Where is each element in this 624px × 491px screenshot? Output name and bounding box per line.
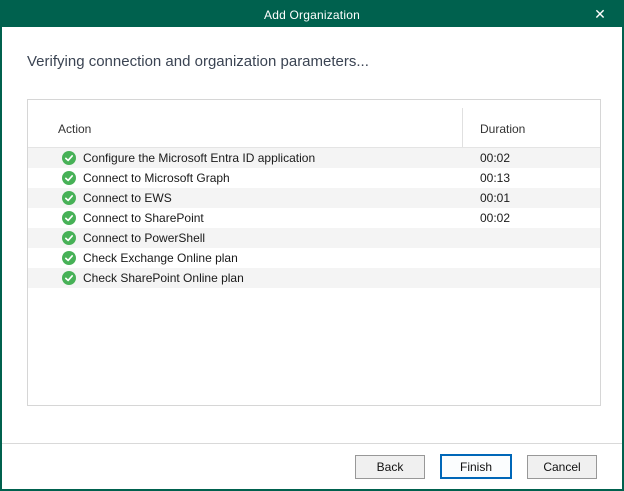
add-organization-dialog: Add Organization ✕ Verifying connection …: [0, 0, 624, 491]
column-divider: [462, 108, 463, 147]
check-circle-icon: [62, 171, 76, 185]
table-row[interactable]: Check SharePoint Online plan: [28, 268, 600, 288]
table-row[interactable]: Configure the Microsoft Entra ID applica…: [28, 148, 600, 168]
check-circle-icon: [62, 211, 76, 225]
title-bar: Add Organization ✕: [2, 2, 622, 27]
check-circle-icon: [62, 231, 76, 245]
table-row[interactable]: Connect to SharePoint 00:02: [28, 208, 600, 228]
duration-value: 00:02: [480, 151, 510, 165]
table-row[interactable]: Check Exchange Online plan: [28, 248, 600, 268]
window-title: Add Organization: [264, 8, 360, 22]
verification-list: Action Duration Configure the Microsoft …: [27, 99, 601, 406]
column-header-action[interactable]: Action: [58, 122, 91, 136]
action-label: Connect to PowerShell: [83, 231, 205, 245]
duration-value: 00:13: [480, 171, 510, 185]
list-header: Action Duration: [28, 100, 600, 148]
finish-button[interactable]: Finish: [440, 454, 512, 479]
action-label: Connect to EWS: [83, 191, 172, 205]
cancel-button[interactable]: Cancel: [527, 455, 597, 479]
back-button[interactable]: Back: [355, 455, 425, 479]
check-circle-icon: [62, 271, 76, 285]
duration-value: 00:02: [480, 211, 510, 225]
list-rows: Configure the Microsoft Entra ID applica…: [28, 148, 600, 288]
table-row[interactable]: Connect to EWS 00:01: [28, 188, 600, 208]
table-row[interactable]: Connect to PowerShell: [28, 228, 600, 248]
footer-button-bar: Back Finish Cancel: [2, 444, 622, 489]
check-circle-icon: [62, 151, 76, 165]
action-label: Check Exchange Online plan: [83, 251, 238, 265]
action-label: Configure the Microsoft Entra ID applica…: [83, 151, 315, 165]
status-heading: Verifying connection and organization pa…: [27, 53, 369, 70]
duration-value: 00:01: [480, 191, 510, 205]
close-icon[interactable]: ✕: [586, 2, 614, 27]
column-header-duration[interactable]: Duration: [480, 122, 525, 136]
table-row[interactable]: Connect to Microsoft Graph 00:13: [28, 168, 600, 188]
action-label: Connect to Microsoft Graph: [83, 171, 230, 185]
action-label: Connect to SharePoint: [83, 211, 204, 225]
check-circle-icon: [62, 251, 76, 265]
check-circle-icon: [62, 191, 76, 205]
action-label: Check SharePoint Online plan: [83, 271, 244, 285]
